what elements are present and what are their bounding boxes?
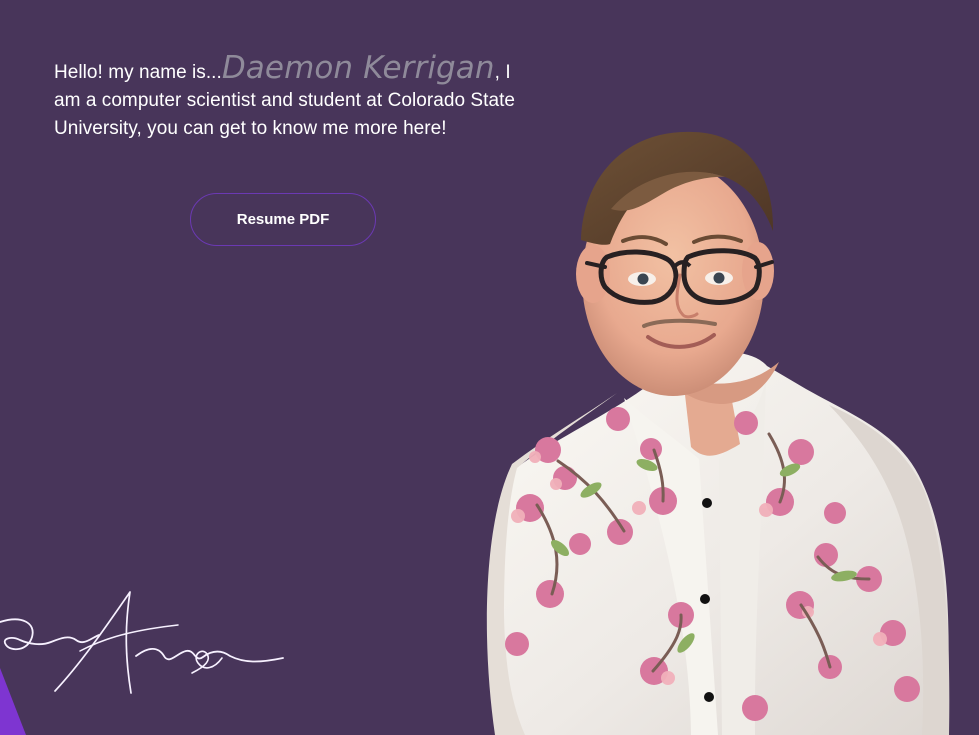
portrait-photo bbox=[486, 131, 950, 735]
intro-prefix: Hello! my name is... bbox=[54, 62, 222, 83]
name-highlight: Daemon Kerrigan bbox=[221, 50, 495, 86]
portfolio-hero-page: Hello! my name is...Daemon Kerrigan, I a… bbox=[0, 0, 979, 735]
signature-icon bbox=[0, 591, 284, 694]
resume-pdf-button[interactable]: Resume PDF bbox=[190, 193, 376, 246]
hero-intro-text: Hello! my name is...Daemon Kerrigan, I a… bbox=[54, 53, 524, 143]
resume-pdf-label: Resume PDF bbox=[236, 211, 330, 228]
